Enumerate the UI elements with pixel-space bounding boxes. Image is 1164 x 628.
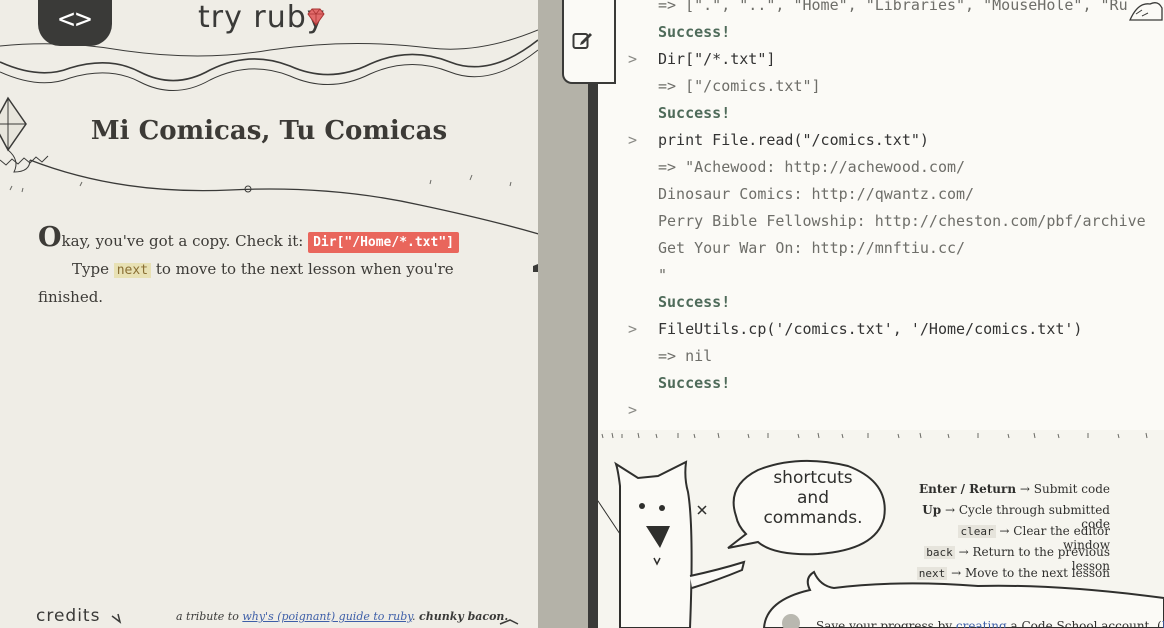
console-line-succ: Success! xyxy=(598,23,730,50)
next-keyword: next xyxy=(113,263,152,278)
lesson-line2-pre: Type xyxy=(72,260,114,278)
fox-icon xyxy=(1128,2,1163,21)
arrow-icon: → xyxy=(951,566,962,580)
gem-icon xyxy=(307,8,325,26)
runnable-code-chip[interactable]: Dir["/Home/*.txt"] xyxy=(308,232,459,253)
drop-cap: O xyxy=(38,222,62,253)
shortcut-row: clear → Clear the editor window xyxy=(916,524,1160,552)
console-line-input[interactable]: > xyxy=(598,401,658,428)
shortcut-desc: Move to the next lesson xyxy=(965,566,1110,580)
console-text: Perry Bible Fellowship: http://cheston.c… xyxy=(658,212,1146,230)
bubble-line: shortcuts xyxy=(773,468,853,488)
arrow-icon: → xyxy=(999,524,1010,538)
save-progress-note: Save your progress by creating a Code Sc… xyxy=(816,619,1164,628)
console-line-out: => "Achewood: http://achewood.com/ xyxy=(598,158,965,185)
panel-gutter xyxy=(538,0,588,628)
prompt-marker: > xyxy=(628,320,638,338)
code-brackets-icon: <> xyxy=(58,1,92,35)
console-text: => [".", "..", "Home", "Libraries", "Mou… xyxy=(658,0,1128,14)
console-text: Success! xyxy=(658,374,731,392)
console-line-cmd: > Dir["/*.txt"] xyxy=(598,50,775,77)
shortcut-key: back xyxy=(924,546,955,559)
help-area: shortcuts and commands. Enter / Return →… xyxy=(598,430,1164,628)
chunky-bacon-text: chunky bacon. xyxy=(419,610,509,623)
console-text: Success! xyxy=(658,104,731,122)
arrow-icon: → xyxy=(944,503,956,517)
lesson-title: Mi Comicas, Tu Comicas xyxy=(90,116,448,146)
console-text: Get Your War On: http://mnftiu.cc/ xyxy=(658,239,966,257)
console-line-out: Dinosaur Comics: http://qwantz.com/ xyxy=(598,185,974,212)
editor-toggle-tab[interactable] xyxy=(562,0,616,84)
shortcut-row: Enter / Return → Submit code xyxy=(916,482,1160,503)
shortcut-row: back → Return to the previous lesson xyxy=(916,545,1160,573)
repl-console[interactable]: => [".", "..", "Home", "Libraries", "Mou… xyxy=(598,0,1164,430)
console-text: => "Achewood: http://achewood.com/ xyxy=(658,158,966,176)
shortcut-key: Enter / Return xyxy=(919,482,1017,496)
prompt-marker: > xyxy=(628,131,638,149)
tribute-note: a tribute to why's (poignant) guide to r… xyxy=(176,610,508,623)
tribute-mid: . xyxy=(412,610,420,623)
console-text: Success! xyxy=(658,23,731,41)
shortcuts-bubble-text: shortcuts and commands. xyxy=(738,468,888,528)
lesson-panel: <> try ruby Mi Comicas, Tu Comicas Okay,… xyxy=(0,0,538,628)
shortcut-row: next → Move to the next lesson xyxy=(916,566,1160,587)
bubble-line: commands. xyxy=(763,508,863,528)
lesson-body: Okay, you've got a copy. Check it: Dir["… xyxy=(38,224,488,311)
console-line-cmd: > print File.read("/comics.txt") xyxy=(598,131,929,158)
console-line-out: => [".", "..", "Home", "Libraries", "Mou… xyxy=(598,0,1128,23)
console-text: print File.read("/comics.txt") xyxy=(658,131,929,149)
console-line-cmd: > FileUtils.cp('/comics.txt', '/Home/comi… xyxy=(598,320,1082,347)
arrow-icon: → xyxy=(1019,482,1030,496)
prompt-marker: > xyxy=(628,401,638,419)
console-line-out: => nil xyxy=(598,347,712,374)
lesson-intro: kay, you've got a copy. Check it: xyxy=(61,232,309,250)
shortcut-key: next xyxy=(916,567,948,580)
logo-badge[interactable]: <> xyxy=(38,0,112,46)
tribute-pre: a tribute to xyxy=(176,610,243,623)
shortcut-desc: Submit code xyxy=(1033,482,1110,496)
edit-icon xyxy=(572,33,592,49)
console-text: => ["/comics.txt"] xyxy=(658,77,821,95)
console-text: Success! xyxy=(658,293,731,311)
console-line-succ: Success! xyxy=(598,104,730,131)
arrow-icon: → xyxy=(958,545,969,559)
console-line-succ: Success! xyxy=(598,293,730,320)
console-line-out: Get Your War On: http://mnftiu.cc/ xyxy=(598,239,965,266)
console-text: FileUtils.cp('/comics.txt', '/Home/comic… xyxy=(658,320,1083,338)
poignant-guide-link[interactable]: why's (poignant) guide to ruby xyxy=(242,610,412,623)
credits-link[interactable]: credits xyxy=(36,606,100,626)
fox-mascot-icon xyxy=(614,460,746,628)
save-post: a Code School account. ( xyxy=(1006,619,1162,628)
shortcut-row: Up → Cycle through submitted code xyxy=(916,503,1160,531)
shortcut-key: Up xyxy=(922,503,942,517)
panel-divider xyxy=(588,0,598,628)
console-text: Dinosaur Comics: http://qwantz.com/ xyxy=(658,185,975,203)
shortcut-key: clear xyxy=(958,525,996,538)
create-account-link[interactable]: creating xyxy=(956,619,1007,628)
save-pre: Save your progress by xyxy=(816,619,956,628)
console-line-succ: Success! xyxy=(598,374,730,401)
console-line-out: " xyxy=(598,266,667,293)
shortcut-list: Enter / Return → Submit code Up → Cycle t… xyxy=(916,482,1160,587)
bubble-line: and xyxy=(797,488,829,508)
console-text: " xyxy=(658,266,668,284)
console-text: => nil xyxy=(658,347,713,365)
console-line-out: Perry Bible Fellowship: http://cheston.c… xyxy=(598,212,1146,239)
console-line-out: => ["/comics.txt"] xyxy=(598,77,821,104)
console-text: Dir["/*.txt"] xyxy=(658,50,776,68)
decorative-sketch xyxy=(0,29,538,625)
